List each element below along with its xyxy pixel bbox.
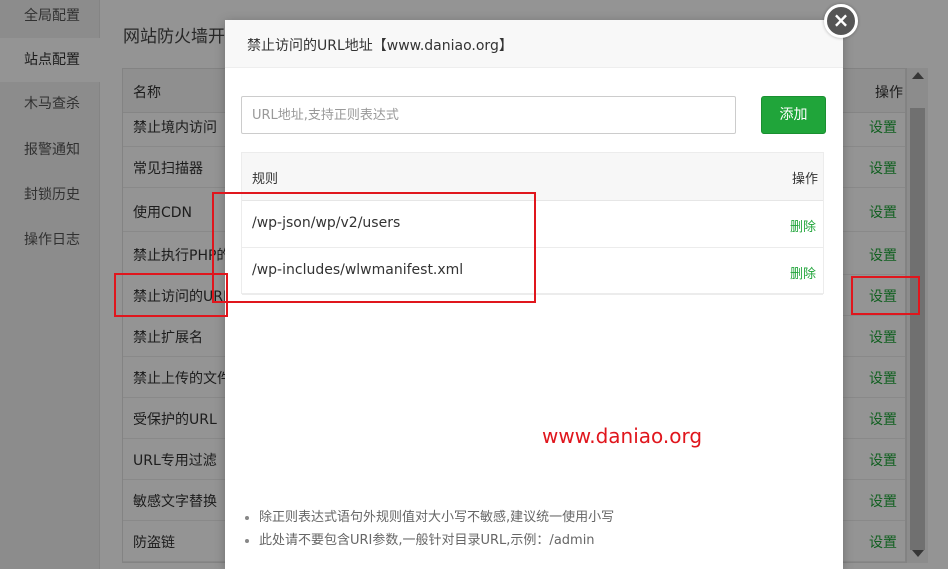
rules-table-header: 规则 操作 [242, 153, 823, 201]
dialog-header: 禁止访问的URL地址【www.daniao.org】 [225, 20, 843, 68]
add-button[interactable]: 添加 [761, 96, 826, 134]
url-input[interactable] [241, 96, 736, 134]
help-notes: 除正则表达式语句外规则值对大小写不敏感,建议统一使用小写 此处请不要包含URI参… [245, 508, 825, 554]
help-note: 除正则表达式语句外规则值对大小写不敏感,建议统一使用小写 [245, 508, 825, 531]
close-icon[interactable]: × [824, 4, 858, 38]
dialog-title: 禁止访问的URL地址【www.daniao.org】 [247, 38, 513, 54]
url-block-dialog: 禁止访问的URL地址【www.daniao.org】 添加 规则 操作 /wp-… [225, 20, 843, 569]
rule-value: /wp-json/wp/v2/users [252, 215, 401, 231]
column-header-rule: 规则 [252, 172, 279, 187]
help-note: 此处请不要包含URI参数,一般针对目录URL,示例：/admin [245, 531, 825, 554]
rule-row: /wp-json/wp/v2/users 删除 [242, 201, 823, 248]
rule-row: /wp-includes/wlwmanifest.xml 删除 [242, 248, 823, 295]
delete-link[interactable]: 删除 [790, 216, 816, 235]
rule-value: /wp-includes/wlwmanifest.xml [252, 262, 464, 278]
rules-table: 规则 操作 /wp-json/wp/v2/users 删除 /wp-includ… [241, 152, 824, 295]
delete-link[interactable]: 删除 [790, 263, 816, 282]
watermark-text: www.daniao.org [542, 424, 703, 448]
column-header-op: 操作 [791, 172, 818, 187]
